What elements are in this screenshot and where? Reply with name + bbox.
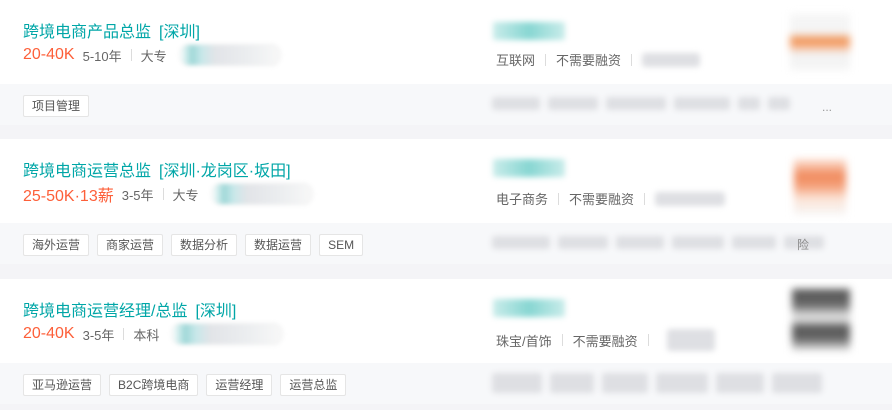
- company-industry: 互联网: [496, 53, 536, 68]
- job-tag: 运营经理: [206, 374, 273, 396]
- job-card-header: [0, 279, 892, 363]
- job-tag: 项目管理: [23, 95, 90, 117]
- company-size-blurred: [666, 329, 715, 351]
- job-title[interactable]: 跨境电商运营经理/总监: [23, 303, 187, 320]
- job-salary: 20-40K: [23, 325, 75, 342]
- job-education: 本科: [133, 327, 160, 343]
- company-info: 电子商务 不需要融资: [496, 189, 726, 208]
- divider: [644, 192, 646, 205]
- company-name-blurred[interactable]: [493, 22, 565, 40]
- divider: [130, 49, 132, 61]
- welfare-blurred: [492, 97, 798, 110]
- welfare-item: [738, 97, 760, 110]
- job-tag: 海外运营: [23, 234, 90, 256]
- welfare-item: [550, 373, 594, 393]
- welfare-item: [672, 236, 724, 249]
- job-tag: 商家运营: [97, 234, 164, 256]
- job-city: [深圳]: [195, 303, 237, 320]
- welfare-item: [492, 236, 550, 249]
- job-salary: 25-50K·13薪: [23, 188, 114, 205]
- divider: [631, 53, 633, 66]
- job-education: 大专: [140, 48, 167, 64]
- job-requirements: 20-40K 5-10年 大专: [23, 44, 281, 66]
- recruiter-chip[interactable]: [171, 323, 284, 345]
- company-info: 珠宝/首饰 不需要融资: [496, 329, 715, 351]
- job-tag: SEM: [319, 234, 364, 256]
- company-size-blurred: [655, 191, 726, 206]
- company-info: 互联网 不需要融资: [496, 50, 701, 69]
- job-city: [深圳]: [159, 24, 200, 41]
- welfare-item: [674, 97, 730, 110]
- welfare-trailing-text: 险: [797, 238, 810, 252]
- job-experience: 3-5年: [82, 327, 115, 343]
- company-size-blurred: [642, 52, 701, 67]
- company-financing: 不需要融资: [569, 192, 635, 207]
- company-logo[interactable]: [792, 289, 850, 351]
- divider: [123, 328, 125, 340]
- welfare-item: [548, 97, 598, 110]
- divider: [545, 53, 547, 66]
- job-title-link[interactable]: 跨境电商运营总监 [深圳·龙岗区·坂田]: [23, 157, 291, 181]
- company-name-blurred[interactable]: [493, 159, 565, 177]
- job-card-header: [0, 139, 892, 223]
- job-title-link[interactable]: 跨境电商运营经理/总监 [深圳]: [23, 297, 236, 321]
- company-financing: 不需要融资: [556, 53, 622, 68]
- recruiter-chip[interactable]: [178, 44, 281, 66]
- job-tag: 运营总监: [280, 374, 347, 396]
- company-logo[interactable]: [790, 14, 850, 70]
- job-experience: 3-5年: [121, 187, 154, 203]
- divider: [561, 334, 563, 346]
- welfare-item: [616, 236, 664, 249]
- job-title[interactable]: 跨境电商产品总监: [23, 24, 151, 41]
- job-education: 大专: [172, 187, 199, 203]
- job-tags: 项目管理: [23, 95, 97, 117]
- job-tag: 数据运营: [245, 234, 312, 256]
- job-requirements: 20-40K 3-5年 本科: [23, 323, 284, 345]
- divider: [558, 192, 560, 205]
- job-list-page: { "jobs": [ { "title": "跨境电商产品总监", "city…: [0, 0, 892, 410]
- job-title[interactable]: 跨境电商运营总监: [23, 163, 151, 180]
- company-industry: 珠宝/首饰: [496, 333, 552, 349]
- welfare-item: [602, 373, 648, 393]
- welfare-item: [772, 373, 822, 393]
- job-title-link[interactable]: 跨境电商产品总监 [深圳]: [23, 18, 200, 42]
- company-industry: 电子商务: [496, 192, 549, 207]
- company-financing: 不需要融资: [572, 333, 638, 349]
- job-salary: 20-40K: [23, 46, 75, 63]
- more-indicator: ...: [822, 100, 833, 114]
- welfare-blurred: [492, 373, 830, 393]
- job-tags: 海外运营 商家运营 数据分析 数据运营 SEM: [23, 234, 371, 256]
- welfare-blurred: [492, 236, 832, 249]
- recruiter-chip[interactable]: [210, 183, 313, 205]
- company-logo[interactable]: [794, 159, 846, 215]
- job-requirements: 25-50K·13薪 3-5年 大专: [23, 183, 313, 205]
- job-tag: 数据分析: [171, 234, 238, 256]
- job-tag: B2C跨境电商: [109, 374, 199, 396]
- job-city: [深圳·龙岗区·坂田]: [159, 163, 291, 180]
- job-tags: 亚马逊运营 B2C跨境电商 运营经理 运营总监: [23, 374, 354, 396]
- divider: [162, 188, 164, 200]
- welfare-item: [606, 97, 666, 110]
- welfare-item: [656, 373, 708, 393]
- job-experience: 5-10年: [82, 48, 122, 64]
- welfare-item: [492, 373, 542, 393]
- welfare-item: [716, 373, 764, 393]
- job-tag: 亚马逊运营: [23, 374, 102, 396]
- welfare-item: [492, 97, 540, 110]
- welfare-item: [732, 236, 776, 249]
- welfare-item: [768, 97, 790, 110]
- company-name-blurred[interactable]: [493, 299, 565, 317]
- job-card-header: [0, 0, 892, 84]
- divider: [647, 334, 649, 346]
- welfare-item: [558, 236, 608, 249]
